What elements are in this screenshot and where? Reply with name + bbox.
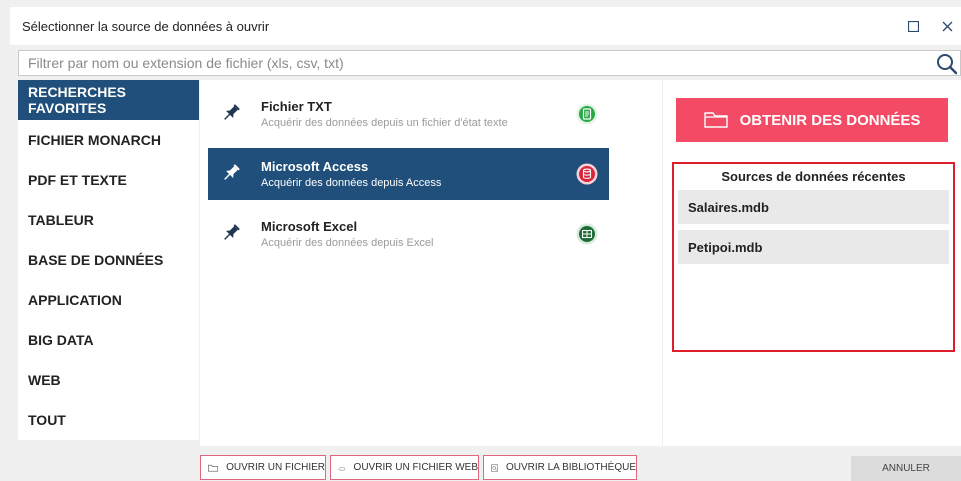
category-big-data[interactable]: BIG DATA	[18, 320, 199, 360]
pin-icon[interactable]	[221, 103, 241, 123]
close-icon[interactable]	[938, 17, 956, 35]
category-monarch-file[interactable]: FICHIER MONARCH	[18, 120, 199, 160]
source-item-microsoft-access[interactable]: Microsoft Access Acquérir des données de…	[208, 148, 609, 200]
recent-source-item[interactable]: Salaires.mdb	[678, 190, 949, 224]
recent-source-item[interactable]: Petipoi.mdb	[678, 230, 949, 264]
category-application[interactable]: APPLICATION	[18, 280, 199, 320]
folder-icon	[703, 112, 728, 128]
pin-icon[interactable]	[221, 223, 241, 243]
window-title: Sélectionner la source de données à ouvr…	[22, 19, 270, 34]
open-library-label: OUVRIR LA BIBLIOTHÈQUE	[505, 462, 636, 473]
recent-sources-box: Sources de données récentes Salaires.mdb…	[672, 162, 955, 352]
get-data-label: OBTENIR DES DONNÉES	[739, 111, 921, 129]
database-icon	[576, 163, 598, 185]
source-list: Fichier TXT Acquérir des données depuis …	[200, 80, 662, 446]
cloud-icon	[338, 466, 346, 470]
source-description: Acquérir des données depuis un fichier d…	[261, 117, 508, 129]
spreadsheet-icon	[576, 223, 598, 245]
recent-sources-title: Sources de données récentes	[721, 169, 906, 184]
source-name: Microsoft Excel	[261, 219, 358, 234]
source-description: Acquérir des données depuis Excel	[261, 237, 434, 249]
category-spreadsheet[interactable]: TABLEUR	[18, 200, 199, 240]
source-name: Fichier TXT	[261, 99, 332, 114]
cancel-button[interactable]: ANNULER	[851, 456, 961, 481]
source-item-text-file[interactable]: Fichier TXT Acquérir des données depuis …	[208, 88, 609, 140]
action-panel: OBTENIR DES DONNÉES Sources de données r…	[663, 80, 961, 446]
maximize-icon[interactable]	[904, 17, 922, 35]
category-all[interactable]: TOUT	[18, 400, 199, 440]
open-library-button[interactable]: OUVRIR LA BIBLIOTHÈQUE	[483, 455, 637, 480]
filter-input[interactable]	[19, 51, 919, 75]
title-bar: Sélectionner la source de données à ouvr…	[10, 7, 961, 45]
get-data-button[interactable]: OBTENIR DES DONNÉES	[676, 98, 948, 142]
category-pdf-text[interactable]: PDF ET TEXTE	[18, 160, 199, 200]
pin-icon[interactable]	[221, 163, 241, 183]
folder-icon	[208, 464, 219, 471]
category-favorite-searches[interactable]: RECHERCHES FAVORITES	[18, 80, 199, 120]
library-icon	[491, 464, 498, 471]
text-file-icon	[576, 103, 598, 125]
source-item-microsoft-excel[interactable]: Microsoft Excel Acquérir des données dep…	[208, 208, 609, 260]
open-web-file-button[interactable]: OUVRIR UN FICHIER WEB	[330, 455, 479, 480]
category-database[interactable]: BASE DE DONNÉES	[18, 240, 199, 280]
open-web-file-label: OUVRIR UN FICHIER WEB	[353, 462, 478, 473]
open-file-button[interactable]: OUVRIR UN FICHIER	[200, 455, 326, 480]
open-data-source-dialog: Sélectionner la source de données à ouvr…	[0, 0, 961, 481]
open-file-label: OUVRIR UN FICHIER	[226, 462, 325, 473]
filter-box	[18, 50, 961, 76]
search-icon[interactable]	[935, 52, 959, 76]
source-name: Microsoft Access	[261, 159, 369, 174]
category-web[interactable]: WEB	[18, 360, 199, 400]
category-sidebar: RECHERCHES FAVORITES FICHIER MONARCH PDF…	[18, 80, 199, 440]
source-description: Acquérir des données depuis Access	[261, 177, 442, 189]
